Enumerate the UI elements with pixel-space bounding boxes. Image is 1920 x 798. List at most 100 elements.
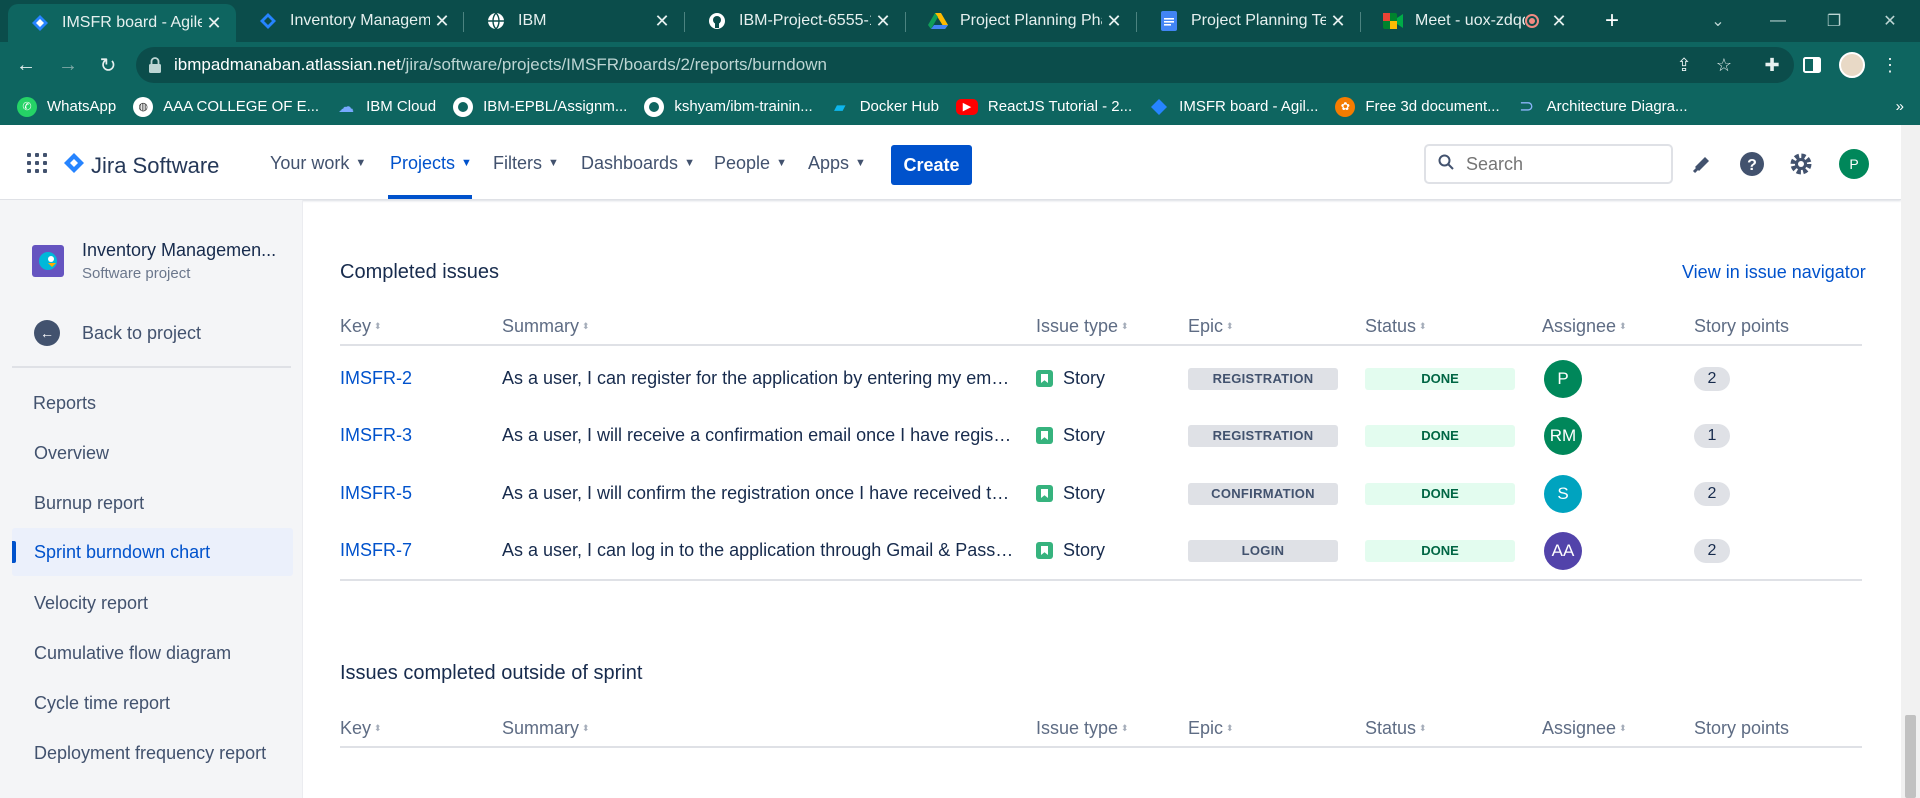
nav-people[interactable]: People ▼ xyxy=(714,147,787,179)
column-epic[interactable]: Epic ⬍ xyxy=(1188,718,1234,739)
bookmark-ibm-cloud[interactable]: ☁ IBM Cloud xyxy=(336,97,436,117)
close-tab-icon[interactable]: ✕ xyxy=(650,11,674,32)
omnibox[interactable]: ibmpadmanaban.atlassian.net/jira/softwar… xyxy=(136,47,1794,83)
sidebar-item-overview[interactable]: Overview xyxy=(12,429,293,477)
bookmark-docker-hub[interactable]: ▰ Docker Hub xyxy=(830,97,939,117)
back-to-project-link[interactable]: ← Back to project xyxy=(34,320,201,346)
column-assignee[interactable]: Assignee ⬍ xyxy=(1542,316,1627,337)
column-issue-type[interactable]: Issue type ⬍ xyxy=(1036,718,1129,739)
issue-type: Story xyxy=(1036,350,1105,407)
scrollbar-thumb[interactable] xyxy=(1905,715,1916,798)
bookmark-ibm-epbl[interactable]: IBM-EPBL/Assignm... xyxy=(453,96,627,117)
user-avatar[interactable]: P xyxy=(1839,149,1869,179)
bookmark-architecture[interactable]: ⊃ Architecture Diagra... xyxy=(1517,96,1687,117)
status-cell: DONE xyxy=(1365,465,1515,522)
sidebar-item-cycle-time[interactable]: Cycle time report xyxy=(12,679,293,727)
status-badge: DONE xyxy=(1365,539,1515,562)
close-tab-icon[interactable]: ✕ xyxy=(202,13,226,34)
profile-avatar-icon[interactable] xyxy=(1838,51,1866,79)
column-assignee[interactable]: Assignee ⬍ xyxy=(1542,718,1627,739)
extensions-puzzle-icon[interactable]: ✚ xyxy=(1758,51,1786,79)
column-key[interactable]: Key ⬍ xyxy=(340,316,382,337)
epic-cell: REGISTRATION xyxy=(1188,407,1338,464)
issue-key-link[interactable]: IMSFR-2 xyxy=(340,350,412,407)
column-epic[interactable]: Epic ⬍ xyxy=(1188,316,1234,337)
nav-projects[interactable]: Projects ▼ xyxy=(390,147,472,179)
sidebar-item-deployment-frequency[interactable]: Deployment frequency report xyxy=(12,729,293,777)
nav-apps[interactable]: Apps ▼ xyxy=(808,147,866,179)
bookmark-imsfr-board[interactable]: IMSFR board - Agil... xyxy=(1149,97,1318,117)
browser-tab-5[interactable]: Project Planning Phas ✕ xyxy=(906,0,1136,42)
column-summary[interactable]: Summary ⬍ xyxy=(502,316,590,337)
close-tab-icon[interactable]: ✕ xyxy=(1102,11,1126,32)
browser-tab-strip: IMSFR board - Agile b ✕ Inventory Manage… xyxy=(0,0,1920,42)
docker-icon: ▰ xyxy=(833,98,846,116)
column-key[interactable]: Key ⬍ xyxy=(340,718,382,739)
reload-icon[interactable]: ↻ xyxy=(94,51,122,79)
share-icon[interactable]: ⇪ xyxy=(1670,51,1698,79)
browser-tab-3[interactable]: IBM ✕ xyxy=(464,0,684,42)
avatar[interactable]: S xyxy=(1544,474,1582,513)
sidebar-item-sprint-burndown[interactable]: Sprint burndown chart xyxy=(12,528,293,576)
sidebar-item-velocity-report[interactable]: Velocity report xyxy=(12,579,293,627)
bookmarks-bar: ✆ WhatsApp ◍ AAA COLLEGE OF E... ☁ IBM Clou… xyxy=(0,88,1920,125)
column-issue-type[interactable]: Issue type ⬍ xyxy=(1036,316,1129,337)
restore-button[interactable]: ❐ xyxy=(1806,0,1862,42)
issue-key-link[interactable]: IMSFR-3 xyxy=(340,407,412,464)
page-scrollbar[interactable] xyxy=(1901,125,1920,798)
story-icon xyxy=(1036,485,1053,502)
issue-key-link[interactable]: IMSFR-5 xyxy=(340,465,412,522)
nav-dashboards[interactable]: Dashboards ▼ xyxy=(581,147,695,179)
forward-arrow-icon[interactable]: → xyxy=(54,51,82,79)
column-summary[interactable]: Summary ⬍ xyxy=(502,718,590,739)
browser-tab-1[interactable]: IMSFR board - Agile b ✕ xyxy=(8,4,236,42)
story-points-cell: 2 xyxy=(1694,522,1730,579)
app-switcher-icon[interactable] xyxy=(27,153,47,173)
sidebar-item-burnup-report[interactable]: Burnup report xyxy=(12,479,293,527)
avatar[interactable]: RM xyxy=(1544,416,1582,455)
status-badge: DONE xyxy=(1365,367,1515,390)
nav-filters[interactable]: Filters ▼ xyxy=(493,147,559,179)
close-tab-icon[interactable]: ✕ xyxy=(1547,11,1571,32)
view-in-issue-navigator-link[interactable]: View in issue navigator xyxy=(1682,262,1866,283)
browser-tab-6[interactable]: Project Planning Temp ✕ xyxy=(1137,0,1360,42)
back-arrow-icon[interactable]: ← xyxy=(12,51,40,79)
minimize-button[interactable]: — xyxy=(1750,0,1806,42)
browser-tab-4[interactable]: IBM-Project-6555-16 ✕ xyxy=(685,0,905,42)
browser-tab-7[interactable]: Meet - uox-zdqd ✕ xyxy=(1361,0,1581,42)
bookmark-whatsapp[interactable]: ✆ WhatsApp xyxy=(17,96,116,117)
avatar[interactable]: P xyxy=(1544,359,1582,398)
settings-gear-icon[interactable] xyxy=(1786,149,1816,179)
url-text: ibmpadmanaban.atlassian.net/jira/softwar… xyxy=(174,55,827,74)
more-bookmarks-chevron[interactable]: » xyxy=(1896,98,1904,115)
bookmark-aaa-college[interactable]: ◍ AAA COLLEGE OF E... xyxy=(133,96,319,117)
tab-search-chevron-icon[interactable]: ⌄ xyxy=(1690,0,1746,42)
new-tab-button[interactable]: + xyxy=(1584,0,1640,42)
close-tab-icon[interactable]: ✕ xyxy=(1326,11,1350,32)
browser-tab-2[interactable]: Inventory Manageme ✕ xyxy=(236,0,464,42)
search-field[interactable] xyxy=(1424,144,1673,184)
google-docs-icon xyxy=(1159,11,1179,31)
issue-type: Story xyxy=(1036,407,1105,464)
column-status[interactable]: Status ⬍ xyxy=(1365,718,1427,739)
bookmark-free-3d[interactable]: ✿ Free 3d document... xyxy=(1335,96,1500,117)
close-window-button[interactable]: ✕ xyxy=(1862,0,1918,42)
issue-key-link[interactable]: IMSFR-7 xyxy=(340,522,412,579)
bookmark-reactjs[interactable]: ▶ ReactJS Tutorial - 2... xyxy=(955,98,1132,115)
avatar[interactable]: AA xyxy=(1544,531,1582,570)
close-tab-icon[interactable]: ✕ xyxy=(871,11,895,32)
bookmark-star-icon[interactable]: ☆ xyxy=(1710,51,1738,79)
project-name[interactable]: Inventory Managemen... xyxy=(82,240,282,261)
search-input[interactable] xyxy=(1466,153,1656,175)
jira-software-logo[interactable]: Jira Software xyxy=(63,152,219,179)
menu-kebab-icon[interactable]: ⋮ xyxy=(1876,51,1904,79)
sidebar-item-cumulative-flow[interactable]: Cumulative flow diagram xyxy=(12,629,293,677)
nav-your-work[interactable]: Your work ▼ xyxy=(270,147,366,179)
create-button[interactable]: Create xyxy=(891,145,972,185)
side-panel-icon[interactable] xyxy=(1798,51,1826,79)
help-icon[interactable]: ? xyxy=(1737,149,1767,179)
column-status[interactable]: Status ⬍ xyxy=(1365,316,1427,337)
bookmark-kshyam[interactable]: kshyam/ibm-trainin... xyxy=(644,96,813,117)
close-tab-icon[interactable]: ✕ xyxy=(430,11,454,32)
notifications-icon[interactable] xyxy=(1687,149,1717,179)
